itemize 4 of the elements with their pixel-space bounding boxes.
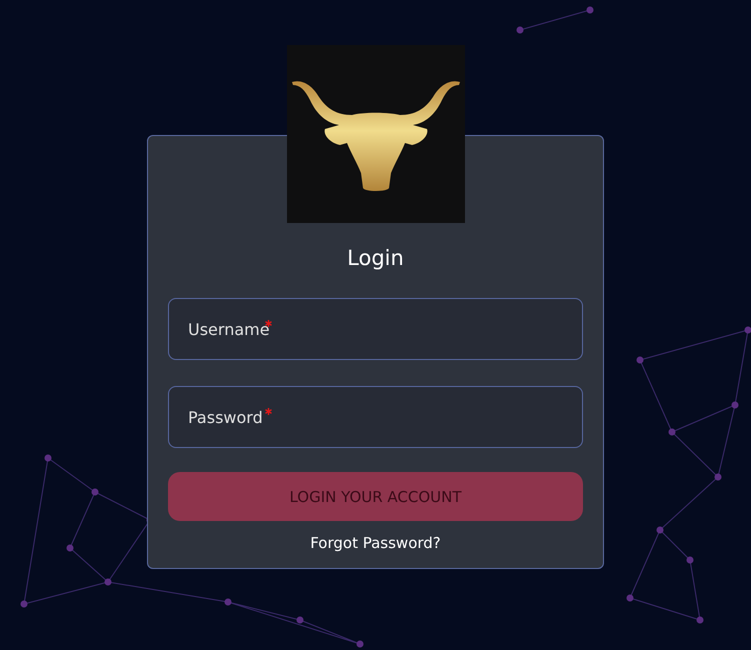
forgot-password-link[interactable]: Forgot Password? [310, 534, 441, 552]
login-title: Login [347, 246, 404, 270]
username-field[interactable]: Username [168, 298, 583, 360]
password-field[interactable]: Password [168, 386, 583, 448]
